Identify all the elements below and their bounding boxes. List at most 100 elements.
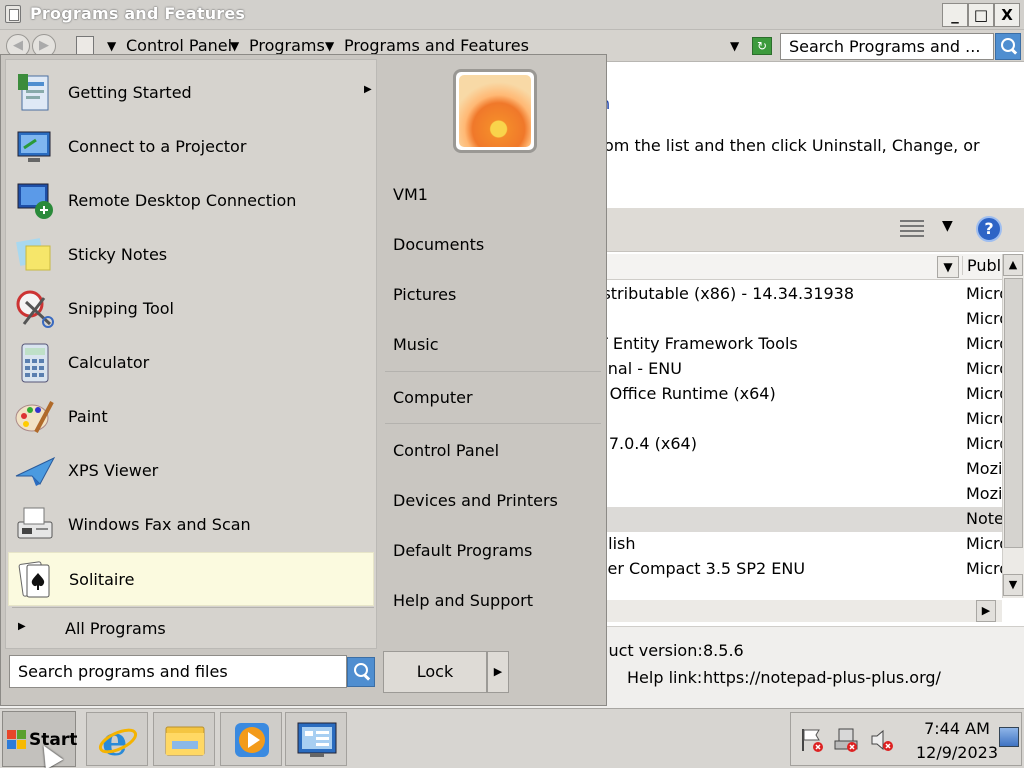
program-fax-and-scan[interactable]: Windows Fax and Scan: [8, 498, 374, 552]
column-header-publisher[interactable]: Publi: [962, 256, 1002, 275]
title-bar[interactable]: Programs and Features _ □ X: [0, 0, 1024, 30]
network-icon[interactable]: [833, 727, 859, 753]
scroll-up-icon[interactable]: ▲: [1003, 254, 1023, 276]
program-remote-desktop[interactable]: Remote Desktop Connection: [8, 174, 374, 228]
program-getting-started[interactable]: Getting Started ▶: [8, 66, 374, 120]
all-programs-button[interactable]: ▶ All Programs: [8, 613, 374, 645]
program-snipping-tool[interactable]: Snipping Tool: [8, 282, 374, 336]
chevron-down-icon[interactable]: ▼: [325, 36, 334, 56]
link-control-panel[interactable]: Control Panel: [393, 441, 499, 460]
windows-logo-icon: [7, 730, 27, 750]
taskbar: Start e 7:44 AM 12/9/2023: [0, 708, 1024, 768]
help-icon[interactable]: ?: [976, 216, 1002, 242]
program-label: Sticky Notes: [68, 245, 168, 264]
taskbar-server-manager[interactable]: [285, 712, 347, 766]
maximize-button[interactable]: □: [968, 3, 994, 27]
program-label: Getting Started: [68, 83, 192, 102]
divider: [385, 371, 601, 372]
program-label: Paint: [68, 407, 108, 426]
instruction-text: om the list and then click Uninstall, Ch…: [604, 136, 980, 155]
clock-date[interactable]: 12/9/2023: [911, 743, 1003, 762]
address-dropdown-icon[interactable]: ▼: [730, 36, 739, 56]
views-dropdown-icon[interactable]: ▼: [942, 218, 953, 234]
program-solitaire[interactable]: Solitaire: [8, 552, 374, 606]
row-publisher: Micro: [966, 384, 1002, 403]
taskbar-media-player[interactable]: [220, 712, 282, 766]
start-search-input[interactable]: Search programs and files: [9, 655, 347, 688]
flower-picture-icon: [459, 75, 531, 147]
program-label: Calculator: [68, 353, 150, 372]
row-publisher: Micro: [966, 409, 1002, 428]
search-programs-input[interactable]: Search Programs and ...: [780, 33, 994, 60]
remote-desktop-icon: [17, 183, 53, 219]
program-paint[interactable]: Paint: [8, 390, 374, 444]
scroll-right-icon[interactable]: ▶: [976, 600, 996, 622]
control-panel-icon: [5, 5, 21, 23]
chevron-down-icon[interactable]: ▼: [107, 36, 116, 56]
breadcrumb-programs[interactable]: Programs: [249, 36, 325, 55]
control-panel-crumb-icon: [76, 36, 94, 56]
row-name: T Entity Framework Tools: [598, 334, 798, 353]
xps-viewer-icon: [15, 456, 56, 486]
lock-button[interactable]: Lock: [383, 651, 487, 693]
projector-icon: [17, 131, 51, 162]
row-name: onal - ENU: [598, 359, 682, 378]
link-documents[interactable]: Documents: [393, 235, 484, 254]
solitaire-icon: [18, 561, 50, 598]
calculator-icon: [21, 343, 49, 383]
views-icon[interactable]: [900, 220, 924, 240]
clock-time[interactable]: 7:44 AM: [915, 719, 999, 738]
all-programs-label: All Programs: [65, 619, 166, 638]
refresh-icon[interactable]: ↻: [752, 37, 772, 55]
link-devices-and-printers[interactable]: Devices and Printers: [393, 491, 558, 510]
user-avatar[interactable]: [453, 69, 537, 153]
link-pictures[interactable]: Pictures: [393, 285, 456, 304]
volume-muted-icon[interactable]: [869, 727, 895, 753]
close-button[interactable]: X: [994, 3, 1020, 27]
program-label: Connect to a Projector: [68, 137, 247, 156]
row-publisher: Note: [966, 509, 1002, 528]
program-label: Solitaire: [69, 570, 135, 589]
scroll-down-icon[interactable]: ▼: [1003, 574, 1023, 596]
media-player-icon: [235, 723, 269, 757]
program-label: XPS Viewer: [68, 461, 159, 480]
horizontal-scrollbar[interactable]: ▶: [600, 600, 1002, 622]
column-dropdown-icon[interactable]: ▼: [937, 256, 959, 278]
link-user-folder[interactable]: VM1: [393, 185, 428, 204]
start-button[interactable]: Start: [2, 711, 77, 768]
action-center-flag-icon[interactable]: [799, 727, 825, 753]
program-connect-to-projector[interactable]: Connect to a Projector: [8, 120, 374, 174]
row-publisher: Micro: [966, 309, 1002, 328]
start-menu-links-pane: VM1 Documents Pictures Music Computer Co…: [379, 55, 606, 705]
help-link-label: Help link:: [627, 668, 703, 687]
row-name: - 7.0.4 (x64): [598, 434, 697, 453]
taskbar-internet-explorer[interactable]: e: [86, 712, 148, 766]
taskbar-file-explorer[interactable]: [153, 712, 215, 766]
breadcrumb-programs-and-features[interactable]: Programs and Features: [344, 36, 529, 55]
link-computer[interactable]: Computer: [393, 388, 473, 407]
show-desktop-icon[interactable]: [999, 727, 1019, 747]
product-version-label: luct version:: [604, 641, 703, 660]
search-icon[interactable]: [995, 33, 1021, 60]
search-icon[interactable]: [347, 657, 375, 687]
program-calculator[interactable]: Calculator: [8, 336, 374, 390]
help-link-value[interactable]: https://notepad-plus-plus.org/: [703, 668, 941, 687]
row-publisher: Micro: [966, 559, 1002, 578]
program-xps-viewer[interactable]: XPS Viewer: [8, 444, 374, 498]
link-help-and-support[interactable]: Help and Support: [393, 591, 533, 610]
scrollbar-thumb[interactable]: [1004, 278, 1023, 548]
vertical-scrollbar[interactable]: ▲ ▼: [1002, 254, 1024, 598]
server-manager-icon: [297, 722, 337, 757]
window-title: Programs and Features: [30, 4, 246, 23]
chevron-down-icon[interactable]: ▼: [230, 36, 239, 56]
link-default-programs[interactable]: Default Programs: [393, 541, 532, 560]
start-menu: Getting Started ▶ Connect to a Projector…: [0, 54, 607, 706]
breadcrumb-control-panel[interactable]: Control Panel: [126, 36, 232, 55]
program-sticky-notes[interactable]: Sticky Notes: [8, 228, 374, 282]
minimize-button[interactable]: _: [942, 3, 968, 27]
link-music[interactable]: Music: [393, 335, 439, 354]
row-publisher: Micro: [966, 284, 1002, 303]
shutdown-options-arrow-icon[interactable]: ▶: [487, 651, 509, 693]
divider: [385, 423, 601, 424]
row-publisher: Micro: [966, 334, 1002, 353]
